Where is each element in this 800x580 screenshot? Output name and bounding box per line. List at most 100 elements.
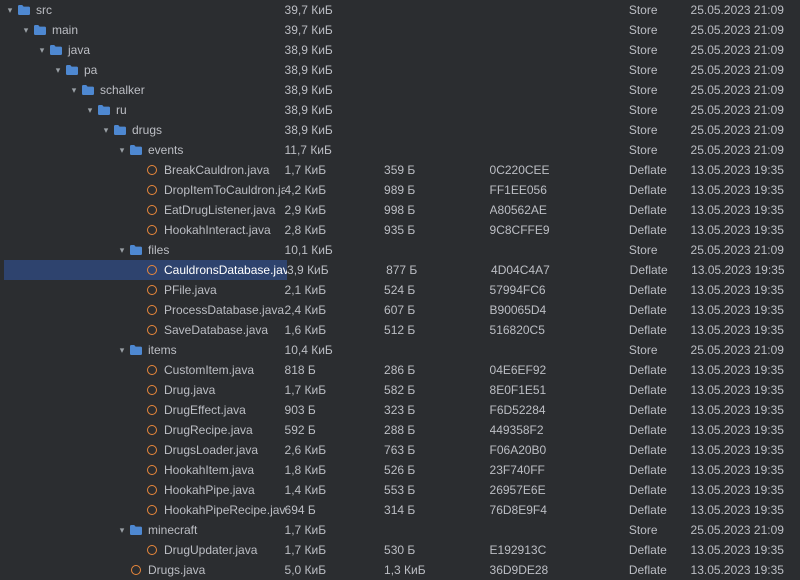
col-date: 25.05.2023 21:09 [691, 120, 800, 140]
name-cell[interactable]: ▸DrugRecipe.java [0, 420, 285, 440]
name-cell[interactable]: ▸HookahInteract.java [0, 220, 285, 240]
tree-row[interactable]: ▸Drugs.java5,0 КиБ1,3 КиБ36D9DE28Deflate… [0, 560, 800, 580]
tree-row[interactable]: ▾items10,4 КиБStore25.05.2023 21:09 [0, 340, 800, 360]
chevron-down-icon[interactable]: ▾ [116, 340, 128, 360]
col-method: Deflate [629, 280, 691, 300]
col-date: 25.05.2023 21:09 [691, 240, 800, 260]
tree-row[interactable]: ▾src39,7 КиБStore25.05.2023 21:09 [0, 0, 800, 20]
item-name: minecraft [148, 520, 197, 540]
tree-row[interactable]: ▾minecraft1,7 КиБStore25.05.2023 21:09 [0, 520, 800, 540]
col-size: 818 Б [285, 360, 385, 380]
chevron-down-icon[interactable]: ▾ [84, 100, 96, 120]
name-cell[interactable]: ▾files [0, 240, 285, 260]
tree-row[interactable]: ▸ProcessDatabase.java2,4 КиБ607 БB90065D… [0, 300, 800, 320]
chevron-down-icon[interactable]: ▾ [4, 0, 16, 20]
col-packed: 607 Б [384, 300, 489, 320]
java-file-icon [144, 542, 160, 558]
name-cell[interactable]: ▸DrugsLoader.java [0, 440, 285, 460]
chevron-down-icon[interactable]: ▾ [52, 60, 64, 80]
name-cell[interactable]: ▸EatDrugListener.java [0, 200, 285, 220]
col-packed: 530 Б [384, 540, 489, 560]
name-cell[interactable]: ▾main [0, 20, 285, 40]
chevron-down-icon[interactable]: ▾ [116, 520, 128, 540]
col-method: Deflate [629, 420, 691, 440]
col-date: 25.05.2023 21:09 [691, 100, 800, 120]
col-packed: 286 Б [384, 360, 489, 380]
name-cell[interactable]: ▾ minecraft [0, 520, 285, 540]
col-packed: 553 Б [384, 480, 489, 500]
name-cell[interactable]: ▸ProcessDatabase.java [0, 300, 285, 320]
chevron-down-icon[interactable]: ▾ [116, 140, 128, 160]
col-method: Store [629, 100, 691, 120]
tree-row[interactable]: ▸HookahPipe.java1,4 КиБ553 Б26957E6EDefl… [0, 480, 800, 500]
name-cell[interactable]: ▸CauldronsDatabase.java [4, 260, 287, 280]
chevron-down-icon[interactable]: ▾ [36, 40, 48, 60]
name-cell[interactable]: ▸DrugUpdater.java [0, 540, 285, 560]
name-cell[interactable]: ▾java [0, 40, 285, 60]
tree-row[interactable]: ▾schalker38,9 КиБStore25.05.2023 21:09 [0, 80, 800, 100]
name-cell[interactable]: ▸SaveDatabase.java [0, 320, 285, 340]
tree-row[interactable]: ▸CustomItem.java818 Б286 Б04E6EF92Deflat… [0, 360, 800, 380]
item-name: ProcessDatabase.java [164, 300, 284, 320]
tree-row[interactable]: ▾pa38,9 КиБStore25.05.2023 21:09 [0, 60, 800, 80]
col-method: Deflate [629, 400, 691, 420]
name-cell[interactable]: ▸HookahPipeRecipe.java [0, 500, 285, 520]
name-cell[interactable]: ▸HookahPipe.java [0, 480, 285, 500]
item-name: src [36, 0, 52, 20]
name-cell[interactable]: ▾ events [0, 140, 285, 160]
chevron-down-icon[interactable]: ▾ [68, 80, 80, 100]
tree-row[interactable]: ▸SaveDatabase.java1,6 КиБ512 Б516820C5De… [0, 320, 800, 340]
tree-row[interactable]: ▸HookahInteract.java2,8 КиБ935 Б9C8CFFE9… [0, 220, 800, 240]
col-size: 1,7 КиБ [285, 520, 385, 540]
name-cell[interactable]: ▾schalker [0, 80, 285, 100]
name-cell[interactable]: ▸HookahItem.java [0, 460, 285, 480]
name-cell[interactable]: ▸Drugs.java [0, 560, 285, 580]
chevron-down-icon[interactable]: ▾ [100, 120, 112, 140]
chevron-down-icon[interactable]: ▾ [116, 240, 128, 260]
tree-row[interactable]: ▾events11,7 КиБStore25.05.2023 21:09 [0, 140, 800, 160]
name-cell[interactable]: ▾drugs [0, 120, 285, 140]
name-cell[interactable]: ▾ru [0, 100, 285, 120]
tree-row[interactable]: ▾files10,1 КиБStore25.05.2023 21:09 [0, 240, 800, 260]
tree-row[interactable]: ▸DrugEffect.java903 Б323 БF6D52284Deflat… [0, 400, 800, 420]
tree-row[interactable]: ▸Drug.java1,7 КиБ582 Б8E0F1E51Deflate13.… [0, 380, 800, 400]
name-cell[interactable]: ▸PFile.java [0, 280, 285, 300]
java-file-icon [144, 462, 160, 478]
java-file-icon [144, 502, 160, 518]
tree-row[interactable]: ▸BreakCauldron.java1,7 КиБ359 Б0C220CEED… [0, 160, 800, 180]
col-method: Deflate [629, 160, 691, 180]
name-cell[interactable]: ▸Drug.java [0, 380, 285, 400]
tree-row[interactable]: ▸PFile.java2,1 КиБ524 Б57994FC6Deflate13… [0, 280, 800, 300]
tree-row[interactable]: ▸DrugUpdater.java1,7 КиБ530 БE192913CDef… [0, 540, 800, 560]
tree-row[interactable]: ▸DrugsLoader.java2,6 КиБ763 БF06A20B0Def… [0, 440, 800, 460]
col-method: Store [629, 40, 691, 60]
tree-row[interactable]: ▾main39,7 КиБStore25.05.2023 21:09 [0, 20, 800, 40]
tree-row[interactable]: ▸DropItemToCauldron.java4,2 КиБ989 БFF1E… [0, 180, 800, 200]
file-tree[interactable]: ▾src39,7 КиБStore25.05.2023 21:09▾main39… [0, 0, 800, 580]
col-crc: 449358F2 [490, 420, 629, 440]
item-name: events [148, 140, 183, 160]
chevron-down-icon[interactable]: ▾ [20, 20, 32, 40]
name-cell[interactable]: ▾items [0, 340, 285, 360]
name-cell[interactable]: ▸DropItemToCauldron.java [0, 180, 285, 200]
name-cell[interactable]: ▸CustomItem.java [0, 360, 285, 380]
item-name: DrugUpdater.java [164, 540, 257, 560]
tree-row[interactable]: ▾ru38,9 КиБStore25.05.2023 21:09 [0, 100, 800, 120]
name-cell[interactable]: ▸DrugEffect.java [0, 400, 285, 420]
tree-row[interactable]: ▾drugs38,9 КиБStore25.05.2023 21:09 [0, 120, 800, 140]
name-cell[interactable]: ▾pa [0, 60, 285, 80]
col-packed: 1,3 КиБ [384, 560, 489, 580]
name-cell[interactable]: ▸BreakCauldron.java [0, 160, 285, 180]
java-file-icon [144, 442, 160, 458]
tree-row[interactable]: ▾java38,9 КиБStore25.05.2023 21:09 [0, 40, 800, 60]
name-cell[interactable]: ▾ src [0, 0, 285, 20]
col-crc: F6D52284 [490, 400, 629, 420]
col-method: Deflate [629, 380, 691, 400]
tree-row[interactable]: ▸EatDrugListener.java2,9 КиБ998 БA80562A… [0, 200, 800, 220]
tree-row[interactable]: ▸HookahItem.java1,8 КиБ526 Б23F740FFDefl… [0, 460, 800, 480]
col-crc: 57994FC6 [490, 280, 629, 300]
col-packed: 359 Б [384, 160, 489, 180]
tree-row[interactable]: ▸DrugRecipe.java592 Б288 Б449358F2Deflat… [0, 420, 800, 440]
tree-row[interactable]: ▸CauldronsDatabase.java3,9 КиБ877 Б4D04C… [0, 260, 800, 280]
tree-row[interactable]: ▸HookahPipeRecipe.java694 Б314 Б76D8E9F4… [0, 500, 800, 520]
